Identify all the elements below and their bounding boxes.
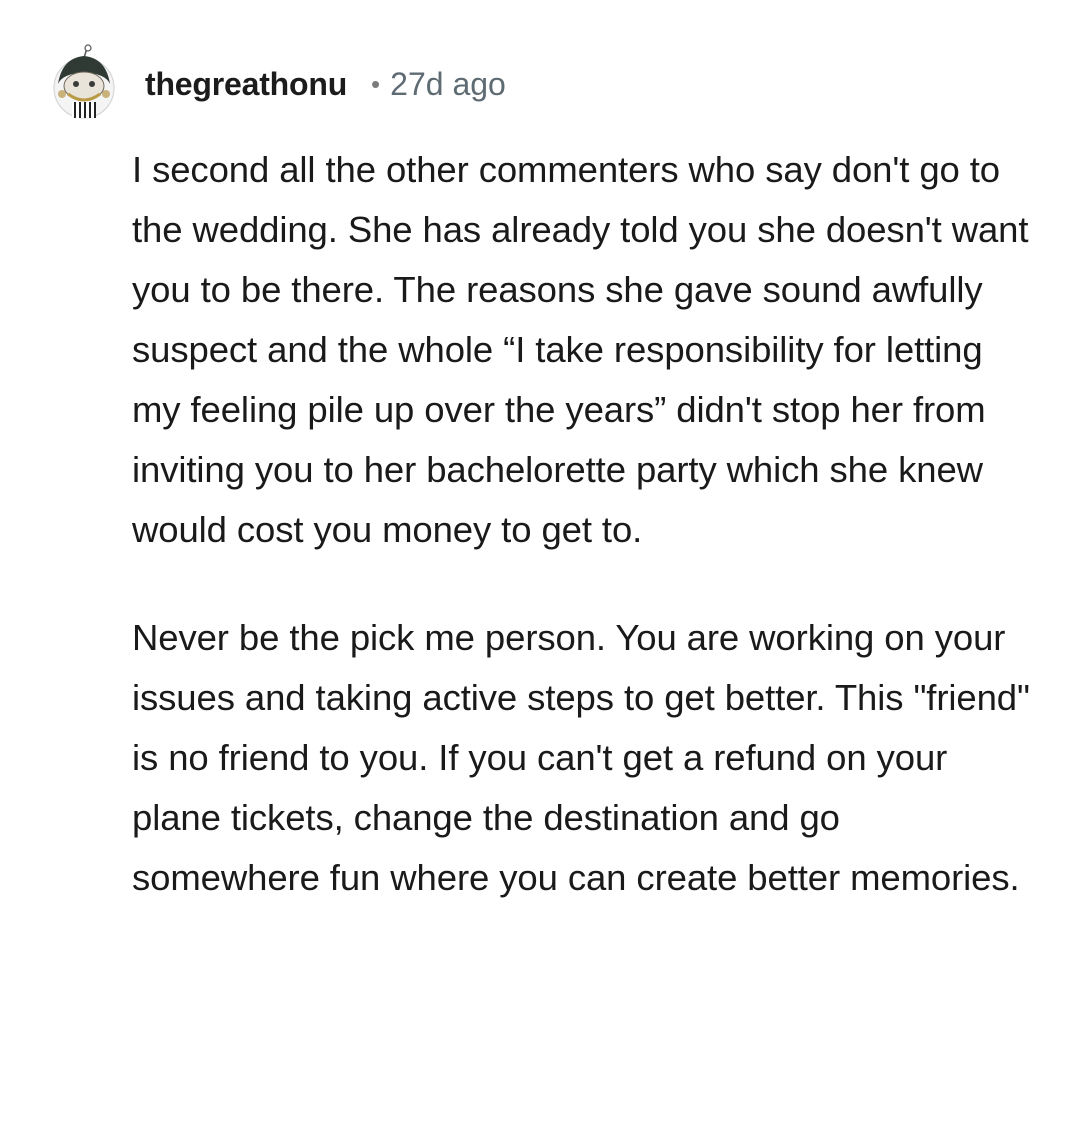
comment-header: thegreathonu • 27d ago [50, 44, 506, 124]
comment: thegreathonu • 27d ago I second all the … [0, 0, 1079, 1122]
user-avatar-icon[interactable] [50, 44, 118, 124]
separator-dot: • [371, 69, 381, 99]
username[interactable]: thegreathonu [145, 68, 347, 100]
comment-paragraph: I second all the other commenters who sa… [132, 149, 1029, 550]
comment-paragraph: Never be the pick me person. You are wor… [132, 617, 1030, 898]
timestamp[interactable]: 27d ago [390, 68, 506, 100]
comment-body: I second all the other commenters who sa… [132, 140, 1032, 908]
